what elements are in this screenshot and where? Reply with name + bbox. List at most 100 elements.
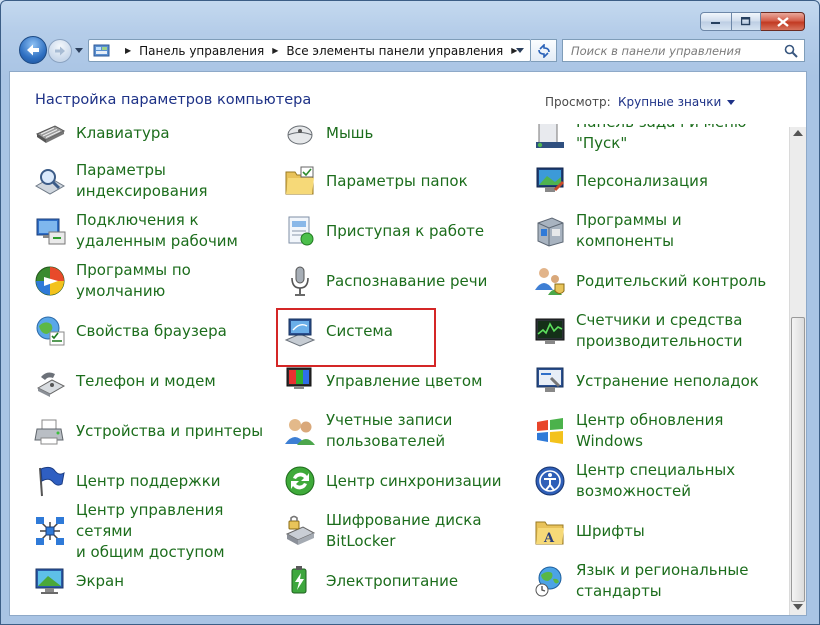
caption-buttons [700, 12, 805, 31]
close-button[interactable] [761, 12, 805, 31]
item-troubleshooting[interactable]: Устранение неполадок [532, 359, 759, 403]
keyboard-icon [32, 124, 68, 151]
item-label: Мышь [326, 124, 374, 142]
item-fonts[interactable]: A Шрифты [532, 509, 645, 553]
phone-modem-icon [32, 363, 68, 399]
sync-center-icon [282, 463, 318, 499]
breadcrumb-separator-icon[interactable]: ▶ [125, 46, 131, 55]
item-label: Счетчики и средства производительности [576, 311, 743, 350]
search-box[interactable] [562, 39, 805, 62]
item-label: Шрифты [576, 521, 645, 540]
item-action-center[interactable]: Центр поддержки [32, 459, 221, 503]
search-icon[interactable] [784, 44, 798, 58]
item-default-programs[interactable]: Программы по умолчанию [32, 259, 191, 303]
maximize-icon [741, 17, 751, 26]
items-grid: Клавиатура Параметры индексирования Подк… [10, 124, 790, 615]
item-label: Управление цветом [326, 371, 483, 390]
forward-button[interactable] [48, 39, 72, 63]
taskbar-icon [532, 124, 568, 151]
item-sync-center[interactable]: Центр синхронизации [282, 459, 502, 503]
item-network-center[interactable]: Центр управления сетями и общим доступом [32, 501, 276, 561]
item-internet-options[interactable]: Свойства браузера [32, 309, 227, 353]
item-phone-modem[interactable]: Телефон и модем [32, 359, 216, 403]
minimize-button[interactable] [700, 12, 732, 31]
parental-controls-icon [532, 263, 568, 299]
display-icon [32, 563, 68, 599]
forward-arrow-icon [55, 46, 65, 56]
address-bar[interactable]: ▶ Панель управления ▶ Все элементы панел… [88, 39, 531, 62]
control-panel-icon [93, 44, 110, 56]
item-label: Параметры индексирования [76, 161, 208, 200]
item-label: Центр управления сетями и общим доступом [76, 500, 225, 561]
getting-started-icon [282, 213, 318, 249]
breadcrumb-all-items[interactable]: Все элементы панели управления [286, 44, 503, 58]
item-speech-recognition[interactable]: Распознавание речи [282, 259, 487, 303]
scroll-up-icon[interactable] [793, 130, 803, 136]
breadcrumb-separator-icon[interactable]: ▶ [272, 46, 278, 55]
item-folder-options[interactable]: Параметры папок [282, 159, 468, 203]
default-programs-icon [32, 263, 68, 299]
mouse-icon [282, 124, 318, 151]
item-taskbar-start[interactable]: Панель задач и меню "Пуск" [532, 124, 747, 155]
network-icon [32, 513, 68, 549]
item-display[interactable]: Экран [32, 559, 124, 603]
item-label: Клавиатура [76, 124, 170, 142]
item-ease-of-access[interactable]: Центр специальных возможностей [532, 459, 735, 503]
item-performance[interactable]: Счетчики и средства производительности [532, 309, 742, 353]
back-button[interactable] [19, 36, 47, 64]
refresh-button[interactable] [531, 39, 557, 62]
page-title: Настройка параметров компьютера [35, 92, 312, 108]
indexing-icon [32, 163, 68, 199]
programs-features-icon [532, 213, 568, 249]
svg-text:A: A [543, 531, 555, 546]
vertical-scrollbar[interactable] [789, 127, 806, 615]
item-color-management[interactable]: Управление цветом [282, 359, 482, 403]
item-power-options[interactable]: Электропитание [282, 559, 458, 603]
item-label: Шифрование диска BitLocker [326, 511, 482, 550]
content-pane: Настройка параметров компьютера Просмотр… [9, 71, 807, 616]
chevron-down-icon [727, 99, 736, 105]
history-dropdown-icon[interactable] [75, 48, 83, 53]
item-label: Электропитание [326, 571, 459, 590]
item-personalization[interactable]: Персонализация [532, 159, 708, 203]
view-mode-value: Крупные значки [618, 95, 722, 109]
refresh-icon [537, 43, 550, 58]
performance-icon [532, 313, 568, 349]
microphone-icon [282, 263, 318, 299]
user-accounts-icon [282, 413, 318, 449]
item-label: Подключения к удаленным рабочим [76, 211, 238, 250]
item-bitlocker[interactable]: Шифрование диска BitLocker [282, 509, 482, 553]
item-label: Экран [76, 571, 125, 590]
item-user-accounts[interactable]: Учетные записи пользователей [282, 409, 452, 453]
item-getting-started[interactable]: Приступая к работе [282, 209, 484, 253]
item-region-language[interactable]: Язык и региональные стандарты [532, 559, 748, 603]
item-label: Центр синхронизации [326, 471, 502, 490]
item-indexing[interactable]: Параметры индексирования [32, 159, 208, 203]
maximize-button[interactable] [732, 12, 761, 31]
item-programs-features[interactable]: Программы и компоненты [532, 209, 682, 253]
breadcrumb-control-panel[interactable]: Панель управления [139, 44, 264, 58]
item-windows-update[interactable]: Центр обновления Windows [532, 409, 723, 453]
item-label: Панель задач и меню "Пуск" [576, 124, 747, 152]
scrollbar-thumb[interactable] [791, 317, 805, 602]
item-devices-printers[interactable]: Устройства и принтеры [32, 409, 263, 453]
item-parental-controls[interactable]: Родительский контроль [532, 259, 766, 303]
item-system[interactable]: Система [282, 309, 393, 353]
item-mouse[interactable]: Мышь [282, 124, 373, 155]
search-input[interactable] [563, 42, 778, 59]
item-label: Учетные записи пользователей [326, 411, 453, 450]
address-dropdown-icon[interactable] [516, 48, 524, 53]
item-keyboard[interactable]: Клавиатура [32, 124, 170, 155]
minimize-icon [711, 21, 720, 24]
personalization-icon [532, 163, 568, 199]
item-label: Устройства и принтеры [76, 421, 264, 440]
item-label: Персонализация [576, 171, 708, 190]
printer-icon [32, 413, 68, 449]
item-label: Центр поддержки [76, 471, 221, 490]
view-mode-dropdown[interactable]: Крупные значки [618, 95, 736, 109]
scroll-down-icon[interactable] [793, 604, 803, 610]
action-center-flag-icon [32, 463, 68, 499]
item-label: Параметры папок [326, 171, 468, 190]
item-label: Телефон и модем [76, 371, 216, 390]
item-remote-desktop[interactable]: Подключения к удаленным рабочим [32, 209, 238, 253]
